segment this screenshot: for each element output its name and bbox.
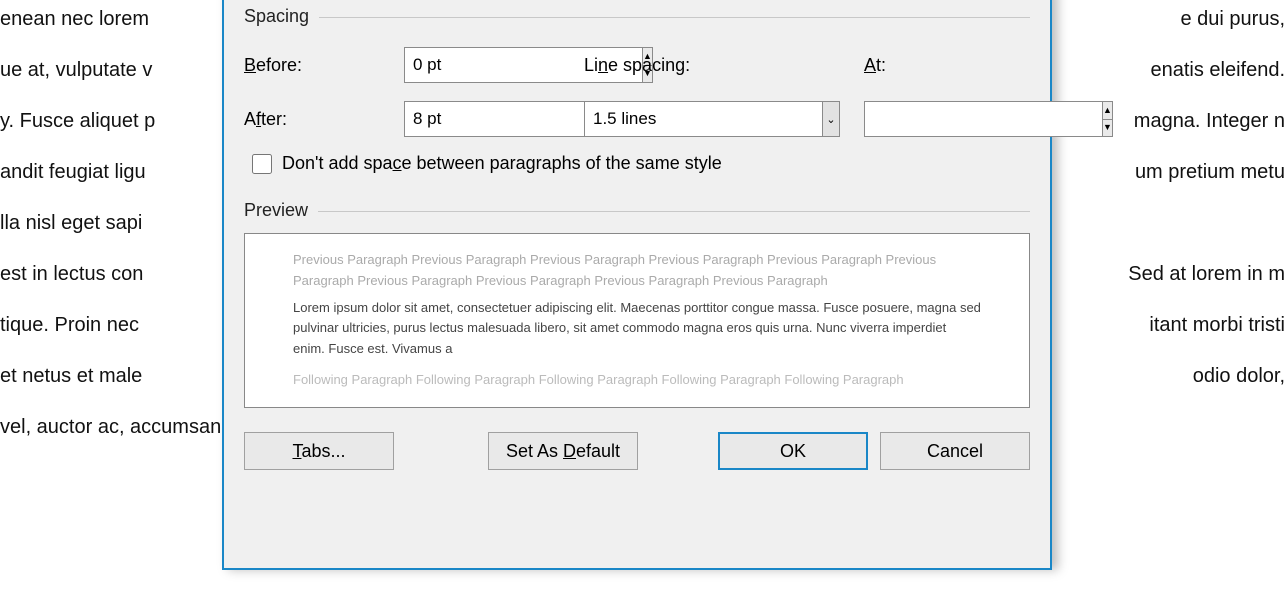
at-up-icon[interactable]: ▲ (1102, 101, 1113, 119)
set-as-default-button[interactable]: Set As Default (488, 432, 638, 470)
same-style-checkbox[interactable] (252, 154, 272, 174)
same-style-label: Don't add space between paragraphs of th… (282, 153, 722, 174)
before-label: Before: (244, 55, 404, 76)
same-style-checkbox-row[interactable]: Don't add space between paragraphs of th… (252, 153, 1030, 174)
cancel-button[interactable]: Cancel (880, 432, 1030, 470)
ok-button[interactable]: OK (718, 432, 868, 470)
at-input[interactable] (864, 101, 1102, 137)
dialog-button-row: Tabs... Set As Default OK Cancel (244, 432, 1030, 470)
preview-following-text: Following Paragraph Following Paragraph … (293, 370, 981, 391)
line-spacing-label: Line spacing: (584, 55, 824, 76)
after-spinner[interactable]: ▲ ▼ (404, 101, 516, 137)
at-spinner[interactable]: ▲ ▼ (864, 101, 984, 137)
after-label: After: (244, 109, 404, 130)
spacing-grid: Before: ▲ ▼ Line spacing: At: After: ▲ ▼… (244, 47, 1030, 137)
preview-previous-text: Previous Paragraph Previous Paragraph Pr… (293, 250, 981, 292)
chevron-down-icon[interactable]: ⌄ (822, 101, 840, 137)
preview-box: Previous Paragraph Previous Paragraph Pr… (244, 233, 1030, 408)
preview-group-label: Preview (244, 200, 1030, 221)
before-spinner[interactable]: ▲ ▼ (404, 47, 516, 83)
preview-sample-text: Lorem ipsum dolor sit amet, consectetuer… (293, 298, 981, 360)
at-label: At: (864, 55, 984, 76)
tabs-button[interactable]: Tabs... (244, 432, 394, 470)
paragraph-dialog: Spacing Before: ▲ ▼ Line spacing: At: Af… (222, 0, 1052, 570)
spacing-group-label: Spacing (244, 6, 1030, 27)
at-down-icon[interactable]: ▼ (1102, 119, 1113, 138)
line-spacing-input[interactable] (584, 101, 822, 137)
line-spacing-select[interactable]: ⌄ (584, 101, 840, 137)
